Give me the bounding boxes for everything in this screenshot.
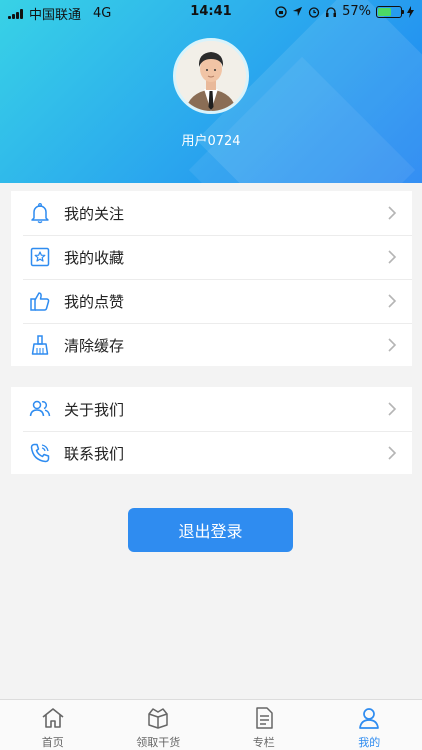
menu-item-about[interactable]: 关于我们: [11, 387, 412, 431]
tab-label: 我的: [358, 736, 381, 749]
chevron-right-icon: [388, 338, 397, 352]
menu-card-secondary: 关于我们 联系我们: [11, 387, 412, 474]
box-icon: [148, 708, 168, 729]
menu-item-favorites[interactable]: 我的收藏: [11, 235, 412, 279]
menu-item-follow[interactable]: 我的关注: [11, 191, 412, 235]
tab-home[interactable]: 首页: [0, 700, 106, 750]
tab-label: 领取干货: [136, 736, 181, 749]
tab-label: 专栏: [252, 736, 275, 749]
rotation-lock-icon: [275, 5, 287, 18]
battery-icon: [376, 5, 404, 18]
tab-column[interactable]: 专栏: [211, 700, 317, 750]
menu-item-label: 我的关注: [64, 204, 125, 223]
chevron-right-icon: [388, 294, 397, 308]
battery-percent: 57%: [342, 4, 371, 19]
menu-item-contact[interactable]: 联系我们: [11, 431, 412, 475]
logout-button[interactable]: 退出登录: [128, 508, 293, 552]
user-icon: [359, 708, 380, 729]
phone-icon: [28, 441, 52, 465]
tab-mine[interactable]: 我的: [317, 700, 422, 750]
thumbs-up-icon: [28, 289, 52, 313]
users-icon: [28, 397, 52, 421]
username: 用户0724: [181, 134, 241, 149]
menu-item-label: 我的收藏: [64, 248, 125, 267]
menu-item-label: 清除缓存: [64, 336, 125, 355]
tab-label: 首页: [41, 736, 64, 749]
chevron-right-icon: [388, 250, 397, 264]
home-icon: [42, 708, 64, 728]
menu-item-label: 关于我们: [64, 400, 125, 419]
menu-item-label: 联系我们: [64, 444, 125, 463]
charging-icon: [407, 5, 414, 18]
chevron-right-icon: [388, 402, 397, 416]
bell-icon: [28, 201, 52, 225]
avatar-person-icon: [176, 41, 246, 111]
chevron-right-icon: [388, 206, 397, 220]
menu-item-label: 我的点赞: [64, 292, 125, 311]
chevron-right-icon: [388, 446, 397, 460]
avatar[interactable]: [173, 38, 249, 114]
star-bookmark-icon: [28, 245, 52, 269]
status-bar: 中国联通 4G 14:41 57%: [0, 0, 422, 24]
menu-item-clear-cache[interactable]: 清除缓存: [11, 323, 412, 367]
status-right: 57%: [275, 4, 414, 19]
menu-item-likes[interactable]: 我的点赞: [11, 279, 412, 323]
tab-bar: 首页 领取干货 专栏 我的: [0, 699, 422, 750]
alarm-icon: [308, 6, 320, 18]
battery-fill: [378, 7, 391, 16]
document-icon: [256, 707, 273, 729]
tab-goods[interactable]: 领取干货: [106, 700, 212, 750]
location-icon: [293, 6, 303, 17]
menu-card-primary: 我的关注 我的收藏 我的点赞 清除缓存: [11, 191, 412, 366]
broom-icon: [28, 333, 52, 357]
headphones-icon: [326, 6, 337, 17]
